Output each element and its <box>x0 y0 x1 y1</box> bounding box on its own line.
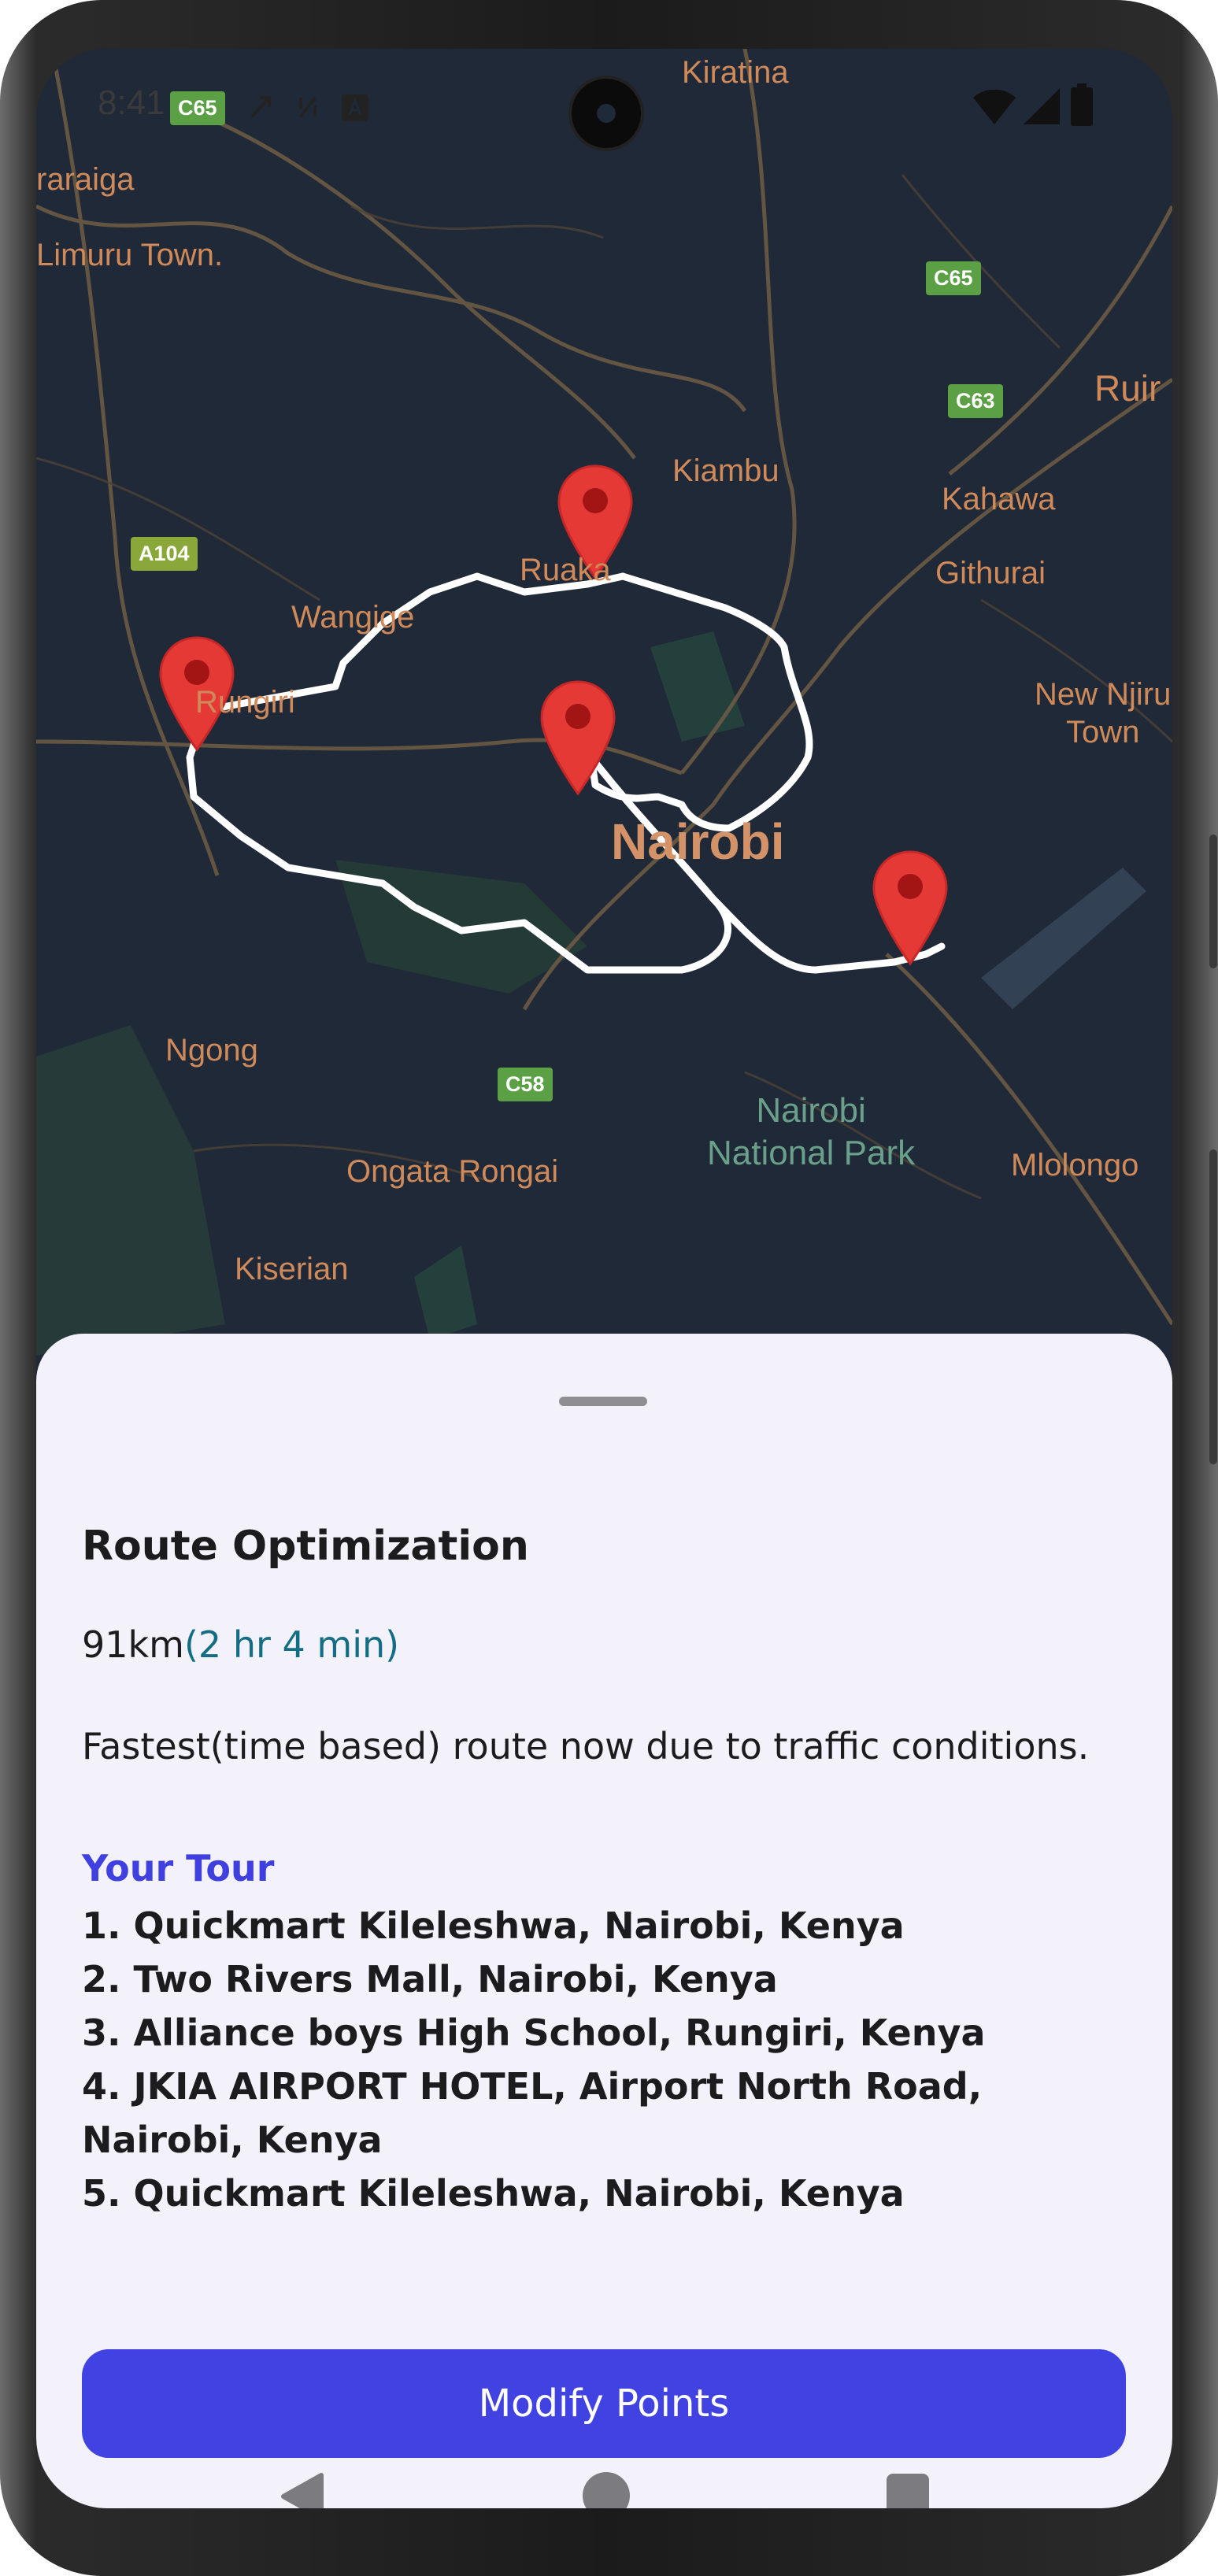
map-label-new-njiru: New Njiru Town <box>1035 677 1172 749</box>
status-time: 8:41 <box>98 83 165 122</box>
road-shield-c58: C58 <box>498 1068 553 1101</box>
modify-points-button[interactable]: Modify Points <box>82 2349 1126 2458</box>
tour-stop-2: 2. Two Rivers Mall, Nairobi, Kenya <box>82 1958 778 2000</box>
bottom-sheet: Route Optimization 91km(2 hr 4 min) Fast… <box>36 1334 1172 2508</box>
sync-icon <box>299 96 317 118</box>
screen: Kiratina raraiga Limuru Town. Kiambu Kah… <box>36 49 1172 2508</box>
map-label-kiambu: Kiambu <box>672 453 779 488</box>
route-summary: 91km(2 hr 4 min) <box>82 1623 399 1666</box>
map-label-raraiga: raraiga <box>36 162 135 197</box>
road-shield-a104: A104 <box>131 537 198 571</box>
map-label-kiserian: Kiserian <box>235 1252 349 1286</box>
notification-icon <box>250 96 271 118</box>
wifi-icon <box>973 90 1016 124</box>
map-label-ruiru: Ruir <box>1094 368 1161 409</box>
map-label-limuru: Limuru Town. <box>36 238 224 272</box>
map-label-national-park: Nairobi National Park <box>707 1091 916 1172</box>
power-button <box>1209 1149 1217 1464</box>
battery-icon <box>1071 83 1093 126</box>
tour-heading: Your Tour <box>82 1847 275 1889</box>
map-label-ruaka: Ruaka <box>520 553 611 587</box>
map-label-githurai: Githurai <box>935 556 1046 590</box>
map-label-nairobi: Nairobi <box>611 813 785 870</box>
route-description: Fastest(time based) route now due to tra… <box>82 1725 1090 1767</box>
recents-icon[interactable] <box>887 2474 929 2508</box>
keyboard-a-icon <box>342 94 368 121</box>
road-shield-c65: C65 <box>926 261 981 295</box>
drag-handle[interactable] <box>559 1397 647 1406</box>
map-label-wangige: Wangige <box>291 600 415 635</box>
status-bar: 8:41 <box>36 49 1172 167</box>
map-label-ongata-rongai: Ongata Rongai <box>346 1154 559 1189</box>
map-pin-jkia-icon[interactable] <box>871 849 950 967</box>
tour-stop-1: 1. Quickmart Kileleshwa, Nairobi, Kenya <box>82 1904 905 1947</box>
signal-icon <box>1024 88 1060 124</box>
map-label-kahawa: Kahawa <box>942 482 1056 516</box>
front-camera <box>568 76 644 151</box>
map-label-mlolongo: Mlolongo <box>1011 1148 1139 1183</box>
route-distance: 91km <box>82 1623 184 1666</box>
map-pin-two-rivers-icon[interactable] <box>539 679 617 797</box>
tour-list: 1. Quickmart Kileleshwa, Nairobi, Kenya … <box>82 1899 1137 2220</box>
volume-button <box>1209 835 1217 968</box>
back-icon[interactable] <box>280 2472 324 2508</box>
map-view[interactable]: Kiratina raraiga Limuru Town. Kiambu Kah… <box>36 49 1172 1356</box>
sheet-title: Route Optimization <box>82 1523 529 1570</box>
route-duration: (2 hr 4 min) <box>183 1623 400 1666</box>
phone-frame: Kiratina raraiga Limuru Town. Kiambu Kah… <box>0 0 1218 2576</box>
map-label-rungiri: Rungiri <box>195 685 295 720</box>
home-icon[interactable] <box>583 2472 630 2508</box>
navigation-bar <box>36 2467 1172 2508</box>
road-shield-c63: C63 <box>948 384 1003 418</box>
tour-stop-3: 3. Alliance boys High School, Rungiri, K… <box>82 2012 986 2054</box>
tour-stop-5: 5. Quickmart Kileleshwa, Nairobi, Kenya <box>82 2172 905 2215</box>
map-label-ngong: Ngong <box>165 1033 258 1068</box>
tour-stop-4: 4. JKIA AIRPORT HOTEL, Airport North Roa… <box>82 2065 983 2161</box>
